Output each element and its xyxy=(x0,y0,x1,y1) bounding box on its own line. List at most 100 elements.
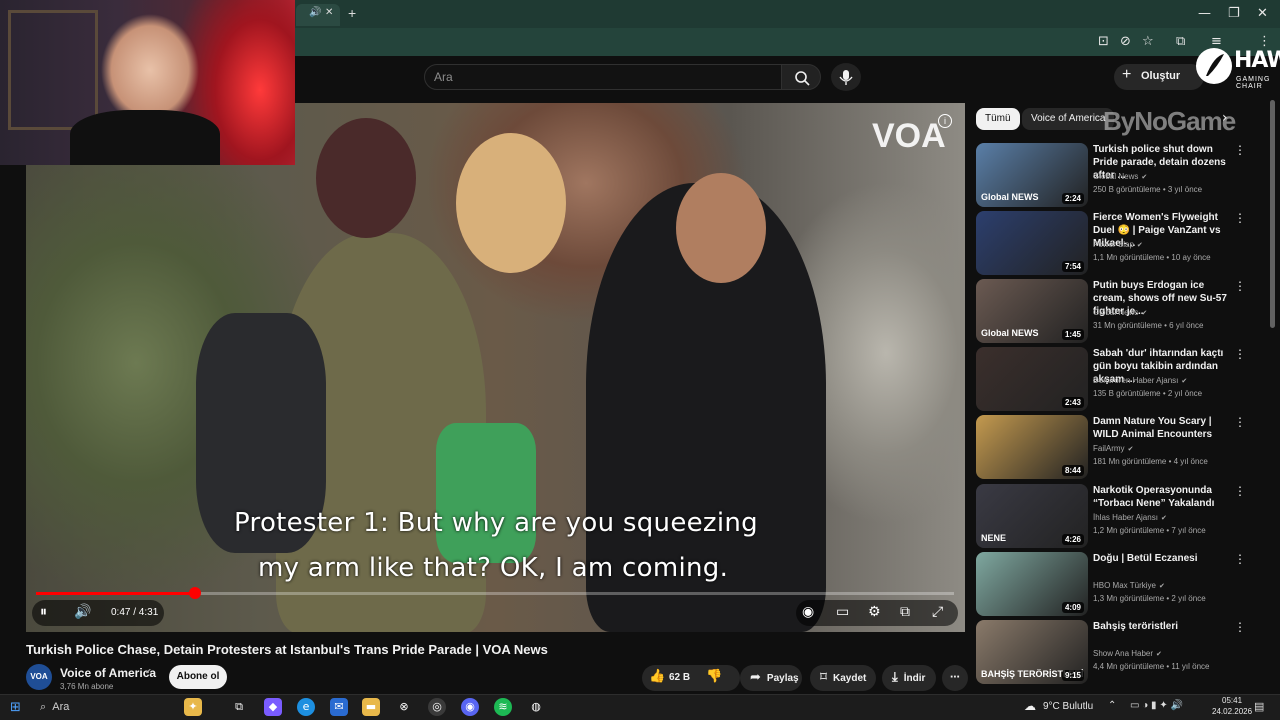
window-close-button[interactable]: ✕ xyxy=(1257,6,1268,21)
captions-icon[interactable]: ▭ xyxy=(836,604,849,620)
scrollbar[interactable] xyxy=(1270,100,1275,328)
share-button[interactable]: ➦ Paylaş xyxy=(740,665,802,691)
verified-icon: ✔ xyxy=(1136,242,1143,249)
recommendation-thumbnail[interactable]: Global NEWS 1:45 xyxy=(976,279,1088,343)
download-button[interactable]: ⤓ İndir xyxy=(882,665,936,691)
recommendation-thumbnail[interactable]: 2:43 xyxy=(976,347,1088,411)
info-icon[interactable]: i xyxy=(938,114,952,128)
settings-gear-icon[interactable]: ⚙ xyxy=(868,604,881,620)
recommendation-thumbnail[interactable]: 7:54 xyxy=(976,211,1088,275)
recommendation-thumbnail[interactable]: 8:44 xyxy=(976,415,1088,479)
subtitle-line-2: my arm like that? OK, I am coming. xyxy=(258,553,729,583)
recommendation-meta: 181 Mn görüntüleme • 4 yıl önce xyxy=(1093,457,1208,466)
video-figure-green-bag xyxy=(436,423,536,563)
windows-start-icon[interactable]: ⊞ xyxy=(10,700,21,715)
recommendation-item[interactable]: 8:44 Damn Nature You Scary | WILD Animal … xyxy=(976,415,1276,479)
notification-icon[interactable]: ▤ xyxy=(1254,700,1264,713)
recommendation-channel[interactable]: FailArmy ✔ xyxy=(1093,444,1133,453)
recommendation-channel[interactable]: Power Slap ✔ xyxy=(1093,240,1143,249)
spotify-icon[interactable]: ≋ xyxy=(494,698,512,716)
fullscreen-icon[interactable]: ⤢ xyxy=(932,604,943,620)
install-icon[interactable]: ⊡ xyxy=(1098,34,1109,49)
recommendation-title[interactable]: Narkotik Operasyonunda “Torbacı Nene” Ya… xyxy=(1093,484,1229,510)
eye-off-icon[interactable]: ⊘ xyxy=(1120,34,1131,49)
channel-name[interactable]: Voice of America xyxy=(60,666,156,680)
taskbar-clock[interactable]: 05:41 24.02.2026 xyxy=(1212,695,1252,717)
recommendation-channel[interactable]: Global News ✔ xyxy=(1093,172,1147,181)
subscribe-button[interactable]: Abone ol xyxy=(169,665,227,689)
copilot-icon[interactable]: ◆ xyxy=(264,698,282,716)
task-view-icon[interactable]: ⧉ xyxy=(230,698,248,716)
recommendation-item[interactable]: NENE 4:26 Narkotik Operasyonunda “Torbacı … xyxy=(976,484,1276,548)
kebab-menu-icon[interactable]: ⋮ xyxy=(1234,347,1246,361)
recommendation-item[interactable]: Global NEWS 2:24 Turkish police shut down … xyxy=(976,143,1276,207)
maximize-button[interactable]: ❐ xyxy=(1228,6,1240,21)
recommendation-thumbnail[interactable]: Global NEWS 2:24 xyxy=(976,143,1088,207)
hawk-feather-icon xyxy=(1206,54,1224,76)
chip-all[interactable]: Tümü xyxy=(976,108,1020,130)
outlook-icon[interactable]: ✉ xyxy=(330,698,348,716)
chrome-icon[interactable]: ◎ xyxy=(428,698,446,716)
kebab-menu-icon[interactable]: ⋮ xyxy=(1234,552,1246,566)
duration-badge: 8:44 xyxy=(1061,465,1084,476)
duration-badge: 2:43 xyxy=(1061,397,1084,408)
channel-avatar[interactable]: VOA xyxy=(26,664,52,690)
recommendation-title[interactable]: Bahşiş teröristleri xyxy=(1093,620,1229,633)
volume-icon[interactable]: 🔊 xyxy=(74,604,91,620)
more-actions-button[interactable]: ⋯ xyxy=(942,665,968,691)
pause-button[interactable]: ⏸ xyxy=(40,604,47,620)
kebab-menu-icon[interactable]: ⋮ xyxy=(1234,484,1246,498)
recommendation-channel[interactable]: Demirören Haber Ajansı ✔ xyxy=(1093,376,1187,385)
star-icon[interactable]: ☆ xyxy=(1142,34,1154,49)
voice-search-button[interactable] xyxy=(831,63,861,91)
like-button[interactable]: 👍 xyxy=(649,669,665,684)
reading-list-icon[interactable]: ≡ xyxy=(1211,34,1222,49)
chip-voice-of-america[interactable]: Voice of America xyxy=(1022,108,1115,130)
recommendation-channel[interactable]: Show Ana Haber ✔ xyxy=(1093,649,1162,658)
verified-icon: ✔ xyxy=(1141,174,1148,181)
verified-icon: ✔ xyxy=(1156,651,1162,658)
kebab-menu-icon[interactable]: ⋮ xyxy=(1234,415,1246,429)
recommendation-item[interactable]: 4:09 Doğu | Betül Eczanesi HBO Max Türkiye… xyxy=(976,552,1276,616)
recommendation-item[interactable]: 2:43 Sabah 'dur' ihtarından kaçtı gün boy… xyxy=(976,347,1276,411)
kebab-menu-icon[interactable]: ⋮ xyxy=(1234,143,1246,157)
file-explorer-icon[interactable]: ▬ xyxy=(362,698,380,716)
edge-icon[interactable]: e xyxy=(297,698,315,716)
voa-watermark: VOA xyxy=(872,117,946,155)
obs-icon[interactable]: ◍ xyxy=(527,698,545,716)
extensions-icon[interactable]: ⧉ xyxy=(1176,34,1185,49)
kebab-menu-icon[interactable]: ⋮ xyxy=(1234,211,1246,225)
tray-icons[interactable]: ▭ ◑ ▮ ✦ 🔊 xyxy=(1130,700,1183,711)
kebab-menu-icon[interactable]: ⋮ xyxy=(1234,620,1246,634)
speaker-icon[interactable]: 🔊 xyxy=(309,7,321,18)
new-tab-button[interactable]: + xyxy=(348,5,356,21)
autoplay-toggle[interactable]: ◉ xyxy=(802,604,814,620)
kebab-menu-icon[interactable]: ⋮ xyxy=(1234,279,1246,293)
recommendation-item[interactable]: BAHŞİŞ TERÖRİSTLERİ 9:15 Bahşiş teröristle… xyxy=(976,620,1276,684)
progress-scrubber[interactable] xyxy=(188,587,201,599)
search-input[interactable] xyxy=(424,64,782,90)
menu-icon[interactable]: ⋮ xyxy=(1258,34,1271,49)
minimize-button[interactable]: — xyxy=(1198,6,1211,21)
recommendation-item[interactable]: 7:54 Fierce Women's Flyweight Duel 😳 | Pa… xyxy=(976,211,1276,275)
tray-chevron-icon[interactable]: ⌃ xyxy=(1108,700,1116,711)
recommendation-channel[interactable]: İhlas Haber Ajansı ✔ xyxy=(1093,513,1167,522)
recommendation-thumbnail[interactable]: 4:09 xyxy=(976,552,1088,616)
recommendation-item[interactable]: Global NEWS 1:45 Putin buys Erdogan ice cr… xyxy=(976,279,1276,343)
recommendation-channel[interactable]: Global News ✔ xyxy=(1093,308,1147,317)
widget-icon[interactable]: ✦ xyxy=(184,698,202,716)
recommendation-title[interactable]: Damn Nature You Scary | WILD Animal Enco… xyxy=(1093,415,1229,441)
dislike-button[interactable]: 👎 xyxy=(706,669,722,684)
save-button[interactable]: ⌑ Kaydet xyxy=(810,665,876,691)
xbox-icon[interactable]: ⊗ xyxy=(395,698,413,716)
discord-icon[interactable]: ◉ xyxy=(461,698,479,716)
miniplayer-icon[interactable]: ⧉ xyxy=(900,604,910,620)
recommendation-title[interactable]: Doğu | Betül Eczanesi xyxy=(1093,552,1229,565)
recommendation-channel[interactable]: HBO Max Türkiye ✔ xyxy=(1093,581,1165,590)
taskbar-search[interactable]: ⌕ Ara xyxy=(40,701,69,714)
recommendation-thumbnail[interactable]: NENE 4:26 xyxy=(976,484,1088,548)
tab-close-icon[interactable]: ✕ xyxy=(325,7,333,18)
search-button[interactable] xyxy=(781,64,821,90)
weather-label[interactable]: 9°C Bulutlu xyxy=(1043,701,1093,712)
recommendation-thumbnail[interactable]: BAHŞİŞ TERÖRİSTLERİ 9:15 xyxy=(976,620,1088,684)
